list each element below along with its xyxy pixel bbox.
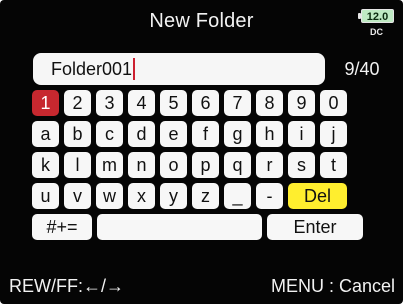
enter-button[interactable]: Enter <box>267 214 363 240</box>
key-9[interactable]: 9 <box>288 90 315 116</box>
key-j[interactable]: j <box>320 121 347 147</box>
keyboard-row-bottom: #+= Enter <box>32 214 363 240</box>
key-4[interactable]: 4 <box>128 90 155 116</box>
symbols-button[interactable]: #+= <box>32 214 92 240</box>
key-5[interactable]: 5 <box>160 90 187 116</box>
key-a[interactable]: a <box>32 121 59 147</box>
keyboard-row-u-del: u v w x y z _ - Del <box>32 183 347 209</box>
key-h[interactable]: h <box>256 121 283 147</box>
key-7[interactable]: 7 <box>224 90 251 116</box>
footer-hints: REW/FF:←/→ MENU : Cancel <box>0 272 403 300</box>
key-t[interactable]: t <box>320 152 347 178</box>
key-m[interactable]: m <box>96 152 123 178</box>
key-y[interactable]: y <box>160 183 187 209</box>
key-v[interactable]: v <box>64 183 91 209</box>
key-underscore[interactable]: _ <box>224 183 251 209</box>
keyboard-row-digits: 1 2 3 4 5 6 7 8 9 0 <box>32 90 347 116</box>
rew-ff-hint: REW/FF:←/→ <box>9 276 124 296</box>
key-i[interactable]: i <box>288 121 315 147</box>
key-p[interactable]: p <box>192 152 219 178</box>
key-b[interactable]: b <box>64 121 91 147</box>
key-d[interactable]: d <box>128 121 155 147</box>
key-l[interactable]: l <box>64 152 91 178</box>
space-bar[interactable] <box>97 214 262 240</box>
key-x[interactable]: x <box>128 183 155 209</box>
key-6[interactable]: 6 <box>192 90 219 116</box>
page-title: New Folder <box>149 10 254 32</box>
key-q[interactable]: q <box>224 152 251 178</box>
key-k[interactable]: k <box>32 152 59 178</box>
key-z[interactable]: z <box>192 183 219 209</box>
battery-indicator: 12.0 <box>358 9 394 23</box>
key-s[interactable]: s <box>288 152 315 178</box>
key-1[interactable]: 1 <box>32 90 59 116</box>
keyboard-row-k-t: k l m n o p q r s t <box>32 152 347 178</box>
key-r[interactable]: r <box>256 152 283 178</box>
text-cursor <box>133 58 136 80</box>
key-0[interactable]: 0 <box>320 90 347 116</box>
power-source-label: DC <box>370 27 383 37</box>
folder-name-value: Folder001 <box>51 58 133 79</box>
key-u[interactable]: u <box>32 183 59 209</box>
key-e[interactable]: e <box>160 121 187 147</box>
keyboard-row-a-j: a b c d e f g h i j <box>32 121 347 147</box>
key-g[interactable]: g <box>224 121 251 147</box>
folder-name-input[interactable]: Folder001 <box>33 53 325 85</box>
character-counter: 9/40 <box>344 59 380 79</box>
key-f[interactable]: f <box>192 121 219 147</box>
key-n[interactable]: n <box>128 152 155 178</box>
screen: New Folder 12.0 DC Folder001 9/40 1 2 3 … <box>0 0 403 304</box>
menu-cancel-hint: MENU : Cancel <box>270 276 395 296</box>
key-hyphen[interactable]: - <box>256 183 283 209</box>
key-o[interactable]: o <box>160 152 187 178</box>
key-3[interactable]: 3 <box>96 90 123 116</box>
key-w[interactable]: w <box>96 183 123 209</box>
key-c[interactable]: c <box>96 121 123 147</box>
key-2[interactable]: 2 <box>64 90 91 116</box>
delete-button[interactable]: Del <box>288 183 347 209</box>
key-8[interactable]: 8 <box>256 90 283 116</box>
